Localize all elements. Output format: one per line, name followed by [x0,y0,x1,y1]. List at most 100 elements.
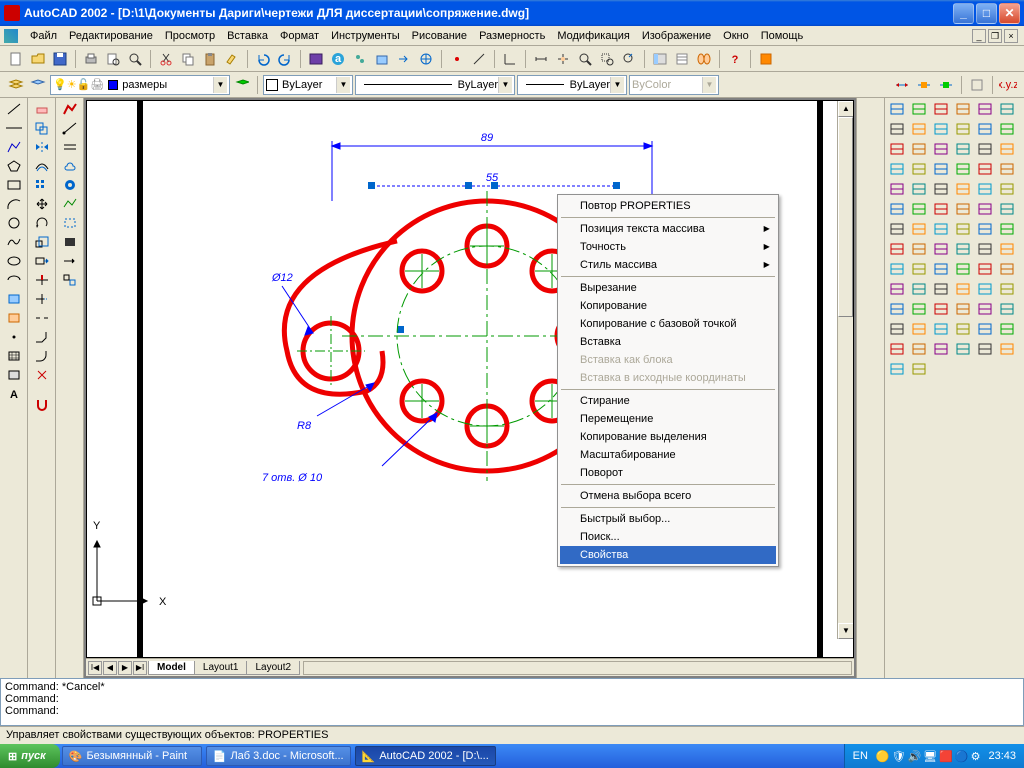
toolbar-button-62[interactable] [931,300,951,318]
toolbar-button-78[interactable] [887,360,907,378]
toolbar-button-36[interactable] [887,220,907,238]
toolbar-button-39[interactable] [953,220,973,238]
mdi-minimize[interactable]: _ [972,29,986,43]
block-icon[interactable] [4,290,24,308]
toolbar-button-12[interactable] [887,140,907,158]
toolbar-button-43[interactable] [909,240,929,258]
toolbar-button-61[interactable] [909,300,929,318]
toolbar-button-57[interactable] [953,280,973,298]
etransmit-icon[interactable] [394,49,414,69]
grip[interactable] [397,326,404,333]
props-icon[interactable] [672,49,692,69]
tab-model[interactable]: Model [148,661,195,675]
layer-dropdown[interactable]: 💡☀🔓🖨 размеры ▼ [50,75,230,95]
tab-first[interactable]: I◀ [88,661,102,675]
ctx-properties[interactable]: Свойства [560,546,776,564]
toolbar-button-23[interactable] [997,160,1017,178]
mkblock-icon[interactable] [4,309,24,327]
toolbar-button-47[interactable] [997,240,1017,258]
toolbar-button-11[interactable] [997,120,1017,138]
ctx-find[interactable]: Поиск... [560,528,776,546]
command-line[interactable]: Command: *Cancel* Command: Command: [0,678,1024,726]
open-icon[interactable] [28,49,48,69]
toolbar-button-65[interactable] [997,300,1017,318]
ctx-deselect[interactable]: Отмена выбора всего [560,487,776,505]
toolbar-button-49[interactable] [909,260,929,278]
toolbar-button-51[interactable] [953,260,973,278]
lineweight-dropdown[interactable]: ByLayer ▼ [517,75,627,95]
menu-image[interactable]: Изображение [636,28,717,44]
toolbar-button-34[interactable] [975,200,995,218]
mdi-close[interactable]: × [1004,29,1018,43]
solid-icon[interactable] [60,233,80,251]
toolbar-button-18[interactable] [887,160,907,178]
hatch-icon[interactable] [4,347,24,365]
toolbar-button-38[interactable] [931,220,951,238]
toolbar-button-75[interactable] [953,340,973,358]
toolbar-button-66[interactable] [887,320,907,338]
preview-icon[interactable] [103,49,123,69]
toolbar-button-79[interactable] [909,360,929,378]
publish-icon[interactable] [372,49,392,69]
layer-mgr-icon[interactable] [6,75,26,95]
toolbar-button-16[interactable] [975,140,995,158]
toolbar-button-26[interactable] [931,180,951,198]
toolbar-button-30[interactable] [887,200,907,218]
toolbar-button-29[interactable] [997,180,1017,198]
tab-prev[interactable]: ◀ [103,661,117,675]
toolbar-button-63[interactable] [953,300,973,318]
system-tray[interactable]: EN 🟡🛡🔊🖥🟥🔵⚙ 23:43 [844,744,1024,768]
trim-icon[interactable] [32,271,52,289]
pedit-icon[interactable] [60,100,80,118]
toolbar-button-6[interactable] [887,120,907,138]
toolbar-button-7[interactable] [909,120,929,138]
toolbar-button-5[interactable] [997,100,1017,118]
linetype-dropdown[interactable]: ByLayer ▼ [355,75,515,95]
grip[interactable] [465,182,472,189]
ellipse-icon[interactable] [4,252,24,270]
toolbar-button-0[interactable] [887,100,907,118]
pline-icon[interactable] [4,138,24,156]
xline-icon[interactable] [4,119,24,137]
toolbar-button-37[interactable] [909,220,929,238]
toolbar-button-10[interactable] [975,120,995,138]
task-word[interactable]: 📄Лаб 3.doc - Microsoft... [206,746,351,766]
menu-view[interactable]: Просмотр [159,28,221,44]
fillet-icon[interactable] [32,347,52,365]
toolbar-button-15[interactable] [953,140,973,158]
menu-dimension[interactable]: Размерность [473,28,551,44]
menu-edit[interactable]: Редактирование [63,28,159,44]
pan-icon[interactable] [553,49,573,69]
close-button[interactable]: ✕ [999,3,1020,24]
toolbar-button-19[interactable] [909,160,929,178]
menu-modify[interactable]: Модификация [551,28,636,44]
menu-insert[interactable]: Вставка [221,28,274,44]
toolbar-button-45[interactable] [953,240,973,258]
explode-icon[interactable] [32,366,52,384]
toolbar-button-8[interactable] [931,120,951,138]
color-dropdown[interactable]: ByLayer ▼ [263,75,353,95]
redo-icon[interactable] [275,49,295,69]
toolbar-button-64[interactable] [975,300,995,318]
toolbar-button-76[interactable] [975,340,995,358]
toolbar-button-67[interactable] [909,320,929,338]
toolbar-button-40[interactable] [975,220,995,238]
zoomwin-icon[interactable] [597,49,617,69]
toolbar-button-48[interactable] [887,260,907,278]
toolbar-button-41[interactable] [997,220,1017,238]
break-icon[interactable] [32,309,52,327]
align-icon[interactable] [60,271,80,289]
snapfrom-icon[interactable] [469,49,489,69]
tray-icons[interactable]: 🟡🛡🔊🖥🟥🔵⚙ [876,750,983,763]
mline-icon[interactable] [60,138,80,156]
region-icon[interactable] [4,366,24,384]
ctx-move[interactable]: Перемещение [560,410,776,428]
dim-xyz-icon[interactable]: x.y.z [998,75,1018,95]
ctx-copy[interactable]: Копирование [560,297,776,315]
aa-icon[interactable] [756,49,776,69]
find-icon[interactable] [125,49,145,69]
toolbar-button-2[interactable] [931,100,951,118]
move-icon[interactable] [32,195,52,213]
ctx-rotate[interactable]: Поворот [560,464,776,482]
adc-icon[interactable] [650,49,670,69]
